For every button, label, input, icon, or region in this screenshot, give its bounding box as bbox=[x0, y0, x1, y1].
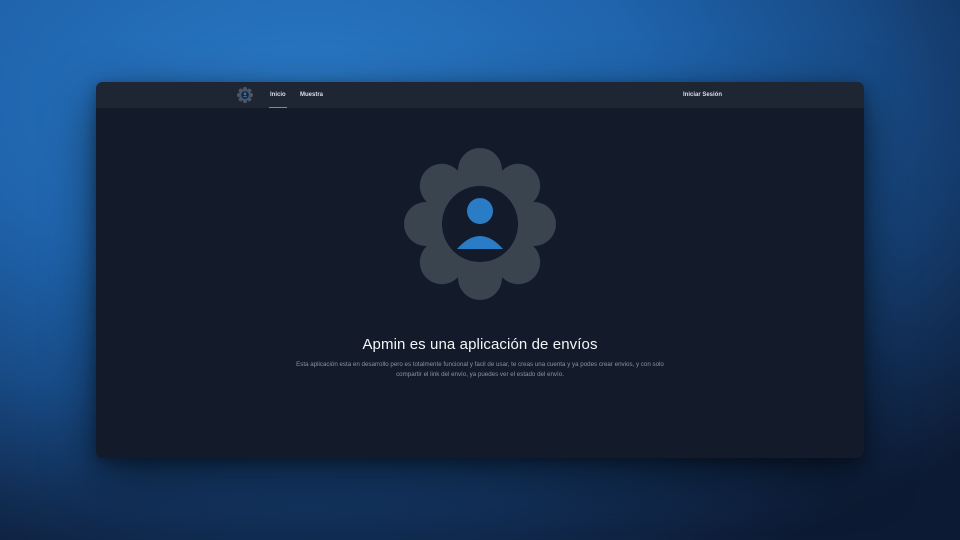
logo-gear-svg bbox=[237, 87, 253, 103]
hero-gear-svg bbox=[404, 148, 556, 300]
login-link[interactable]: Iniciar Sesión bbox=[683, 82, 722, 108]
nav-link-inicio[interactable]: Inicio bbox=[269, 82, 287, 108]
nav-link-muestra[interactable]: Muestra bbox=[300, 82, 323, 108]
gear-user-icon bbox=[403, 147, 557, 301]
navbar: Inicio Muestra Iniciar Sesión bbox=[96, 82, 864, 108]
hero-description: Esta aplicación esta en desarrollo pero … bbox=[296, 361, 664, 378]
gear-user-icon[interactable] bbox=[237, 87, 253, 103]
app-window: Inicio Muestra Iniciar Sesión Apmin es u… bbox=[96, 82, 864, 458]
page-title: Apmin es una aplicación de envíos bbox=[362, 336, 598, 353]
